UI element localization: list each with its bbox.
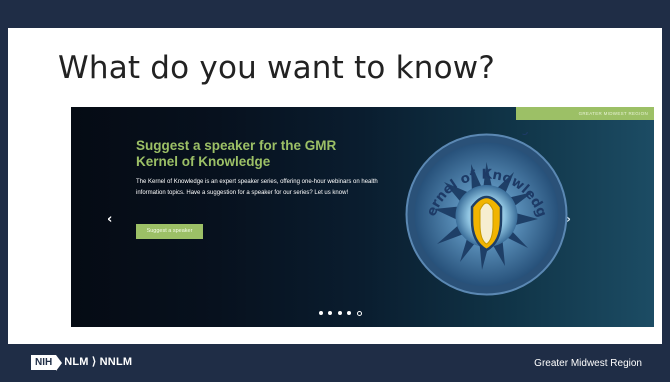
region-tag: GREATER MIDWEST REGION	[516, 107, 654, 120]
carousel-heading: Suggest a speaker for the GMR Kernel of …	[136, 138, 386, 170]
carousel-heading-line2: Kernel of Knowledge	[136, 154, 271, 169]
suggest-speaker-button[interactable]: Suggest a speaker	[136, 224, 203, 239]
nih-label: NIH	[31, 355, 57, 370]
carousel-indicators	[319, 311, 363, 317]
nih-nlm-logo: NIH NLM ⟩ NNLM	[31, 354, 133, 371]
slide-title: What do you want to know?	[58, 50, 495, 86]
footer-region: Greater Midwest Region	[534, 358, 642, 369]
kernel-of-knowledge-badge: Kernel of Knowledge Kernel of Knowledge	[404, 132, 568, 296]
carousel-prev-icon[interactable]: ‹	[107, 212, 112, 227]
carousel-indicator[interactable]	[347, 311, 352, 315]
carousel-indicator-active[interactable]	[356, 311, 362, 316]
nih-arrow-icon	[56, 354, 63, 371]
kernel-icon	[470, 195, 503, 252]
carousel-screenshot: GREATER MIDWEST REGION Suggest a speaker…	[71, 107, 654, 327]
carousel-indicator[interactable]	[337, 311, 342, 315]
carousel-heading-line1: Suggest a speaker for the GMR	[136, 138, 337, 153]
carousel-indicator[interactable]	[328, 311, 333, 315]
top-bar	[0, 0, 670, 28]
carousel-indicator[interactable]	[319, 311, 323, 315]
logo-text: NLM ⟩ NNLM	[64, 356, 133, 368]
slide-footer: NIH NLM ⟩ NNLM Greater Midwest Region	[0, 344, 670, 382]
slide-content: What do you want to know? GREATER MIDWES…	[8, 28, 662, 344]
carousel-body: The Kernel of Knowledge is an expert spe…	[136, 179, 378, 196]
badge-arc-text: Kernel of Knowledge	[404, 132, 537, 136]
presentation-slide: What do you want to know? GREATER MIDWES…	[0, 0, 670, 382]
